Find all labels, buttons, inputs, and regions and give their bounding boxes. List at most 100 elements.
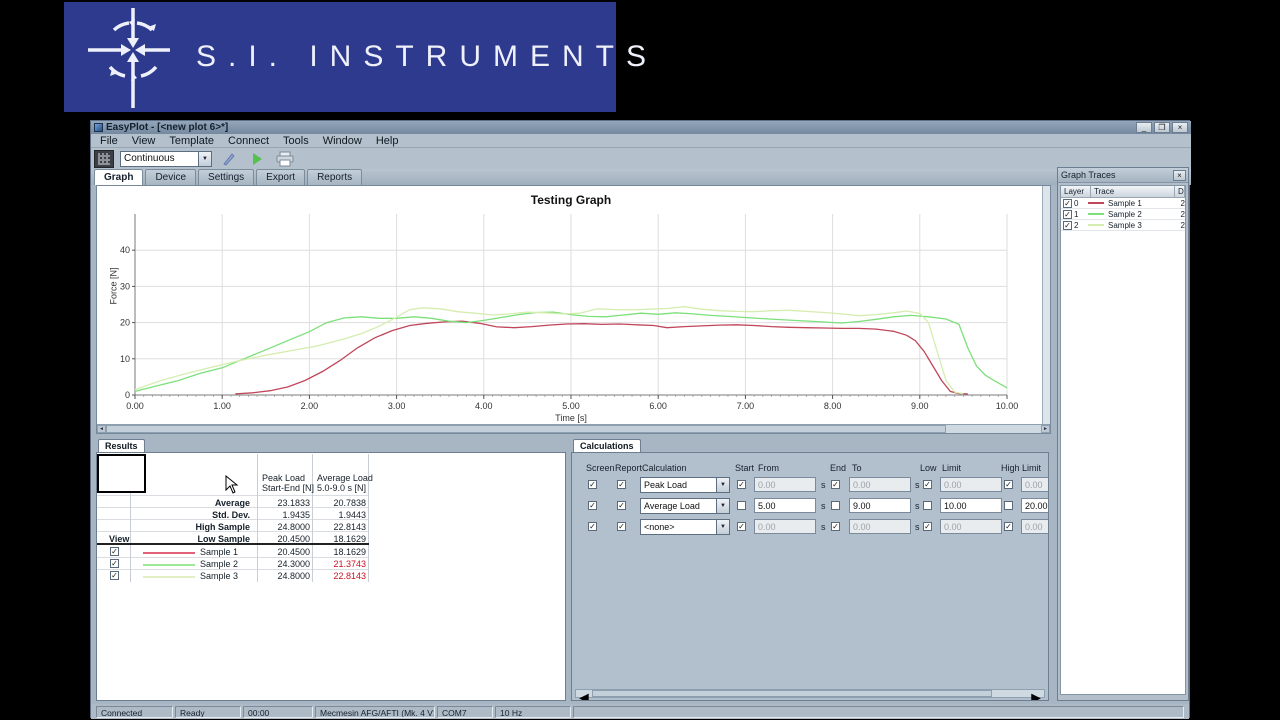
calc3-screen-checkbox[interactable]: ✓	[588, 522, 597, 531]
trace2-checkbox[interactable]: ✓	[1063, 209, 1072, 219]
col-trace[interactable]: Trace	[1091, 186, 1175, 198]
calc3-low-limit-field[interactable]: 0.00	[940, 519, 1002, 534]
calc3-start-checkbox[interactable]: ✓	[737, 522, 746, 531]
mouse-cursor	[225, 475, 239, 494]
chevron-down-icon[interactable]: ▼	[716, 478, 729, 492]
calc2-low-limit-field[interactable]: 10.00	[940, 498, 1002, 513]
calc2-report-checkbox[interactable]: ✓	[617, 501, 626, 510]
chevron-down-icon[interactable]: ▼	[198, 151, 211, 166]
calc2-start-checkbox[interactable]	[737, 501, 746, 510]
calc2-to-field[interactable]: 9.00	[849, 498, 911, 513]
svg-text:8.00: 8.00	[824, 401, 842, 411]
calc1-to-field[interactable]: 0.00	[849, 477, 911, 492]
calc3-high-limit-field[interactable]: 0.00	[1021, 519, 1048, 534]
trace-row[interactable]: ✓ 1 Sample 2 2	[1061, 209, 1185, 220]
tab-graph[interactable]: Graph	[94, 169, 144, 185]
chevron-down-icon[interactable]: ▼	[716, 520, 729, 534]
scroll-right-icon[interactable]: ►	[1041, 425, 1050, 433]
menu-help[interactable]: Help	[369, 135, 406, 147]
calc2-high-limit-field[interactable]: 20.00	[1021, 498, 1048, 513]
scroll-left-icon[interactable]: ◄	[576, 690, 592, 700]
calc1-low-checkbox[interactable]: ✓	[923, 480, 932, 489]
calc3-from-field[interactable]: 0.00	[754, 519, 816, 534]
trace-layer: 1	[1074, 209, 1079, 219]
calc2-low-checkbox[interactable]	[923, 501, 932, 510]
calc3-report-checkbox[interactable]: ✓	[617, 522, 626, 531]
calc3-low-checkbox[interactable]: ✓	[923, 522, 932, 531]
si-instruments-banner: S.I. INSTRUMENTS	[64, 2, 646, 112]
tab-results[interactable]: Results	[98, 439, 145, 452]
selection-box[interactable]	[97, 454, 146, 493]
calc3-end-checkbox[interactable]: ✓	[831, 522, 840, 531]
scrollbar-thumb[interactable]	[106, 425, 946, 433]
graph-vertical-scrollbar[interactable]	[1042, 186, 1050, 425]
menu-connect[interactable]: Connect	[221, 135, 276, 147]
scrollbar-thumb[interactable]	[591, 690, 992, 697]
force-time-chart[interactable]: 0.00 1.00 2.00 3.00 4.00 5.00 6.00 7.00 8.00 9.00…	[97, 186, 1043, 425]
sample1-visible-checkbox[interactable]: ✓	[110, 547, 119, 556]
trace3-checkbox[interactable]: ✓	[1063, 220, 1072, 230]
calc1-high-checkbox[interactable]: ✓	[1004, 480, 1013, 489]
mode-combobox[interactable]: Continuous ▼	[120, 150, 212, 167]
calc1-calculation-select[interactable]: Peak Load ▼	[640, 477, 730, 493]
col-layer[interactable]: Layer	[1061, 186, 1091, 198]
scroll-left-icon[interactable]: ◄	[97, 425, 106, 433]
hdr-end: End	[830, 463, 847, 473]
calc1-high-limit-field[interactable]: 0.00	[1021, 477, 1048, 492]
calc1-report-checkbox[interactable]: ✓	[617, 480, 626, 489]
hdr-high: High	[1001, 463, 1020, 473]
tab-export[interactable]: Export	[256, 169, 306, 185]
calc1-start-checkbox[interactable]: ✓	[737, 480, 746, 489]
calc3-calculation-select[interactable]: <none> ▼	[640, 519, 730, 535]
toolbar: Continuous ▼	[91, 148, 1191, 169]
menu-view[interactable]: View	[125, 135, 163, 147]
trace-row[interactable]: ✓ 2 Sample 3 2	[1061, 220, 1185, 231]
trace-layer: 2	[1074, 220, 1079, 230]
sample2-visible-checkbox[interactable]: ✓	[110, 559, 119, 568]
menu-window[interactable]: Window	[316, 135, 369, 147]
trace-name: Sample 1	[1108, 198, 1142, 208]
edit-pen-button[interactable]	[218, 150, 240, 168]
menu-tools[interactable]: Tools	[276, 135, 316, 147]
menu-file[interactable]: File	[93, 135, 125, 147]
calc3-high-checkbox[interactable]: ✓	[1004, 522, 1013, 531]
restore-button[interactable]: ❐	[1154, 122, 1170, 133]
calc1-screen-checkbox[interactable]: ✓	[588, 480, 597, 489]
col1-header-line2: Start-End [N]	[262, 483, 315, 493]
minimize-button[interactable]: _	[1136, 122, 1152, 133]
trace1-checkbox[interactable]: ✓	[1063, 198, 1072, 208]
trace-row[interactable]: ✓ 0 Sample 1 2	[1061, 198, 1185, 209]
tab-device[interactable]: Device	[145, 169, 197, 185]
grid-view-button[interactable]	[94, 149, 114, 168]
tab-settings[interactable]: Settings	[198, 169, 255, 185]
scroll-right-icon[interactable]: ►	[1028, 690, 1044, 700]
calc2-end-checkbox[interactable]	[831, 501, 840, 510]
calc1-low-limit-field[interactable]: 0.00	[940, 477, 1002, 492]
title-bar[interactable]: EasyPlot - [<new plot 6>*] _ ❐ ×	[91, 121, 1191, 134]
menu-template[interactable]: Template	[162, 135, 221, 147]
calc2-from-field[interactable]: 5.00	[754, 498, 816, 513]
close-button[interactable]: ×	[1172, 122, 1188, 133]
calc3-to-field[interactable]: 0.00	[849, 519, 911, 534]
print-button[interactable]	[274, 150, 296, 168]
sample3-visible-checkbox[interactable]: ✓	[110, 571, 119, 580]
sample-peak: 20.4500	[277, 547, 310, 557]
chevron-down-icon[interactable]: ▼	[716, 499, 729, 513]
trace-name: Sample 3	[1108, 220, 1142, 230]
calc2-calculation-select[interactable]: Average Load ▼	[640, 498, 730, 514]
tab-calculations[interactable]: Calculations	[573, 439, 641, 452]
col-extra[interactable]: D	[1175, 186, 1185, 198]
calc1-from-field[interactable]: 0.00	[754, 477, 816, 492]
calc2-screen-checkbox[interactable]: ✓	[588, 501, 597, 510]
status-spare	[573, 705, 1184, 718]
svg-text:5.00: 5.00	[562, 401, 580, 411]
tab-reports[interactable]: Reports	[307, 169, 363, 185]
stat-peak: 1.9435	[282, 510, 310, 520]
stat-avg: 1.9443	[338, 510, 366, 520]
calc2-high-checkbox[interactable]	[1004, 501, 1013, 510]
calc1-end-checkbox[interactable]: ✓	[831, 480, 840, 489]
close-icon[interactable]: ×	[1173, 169, 1186, 181]
graph-horizontal-scrollbar[interactable]: ◄ ►	[97, 424, 1050, 433]
calculations-horizontal-scrollbar[interactable]: ◄ ►	[575, 689, 1045, 700]
start-test-button[interactable]	[246, 150, 268, 168]
